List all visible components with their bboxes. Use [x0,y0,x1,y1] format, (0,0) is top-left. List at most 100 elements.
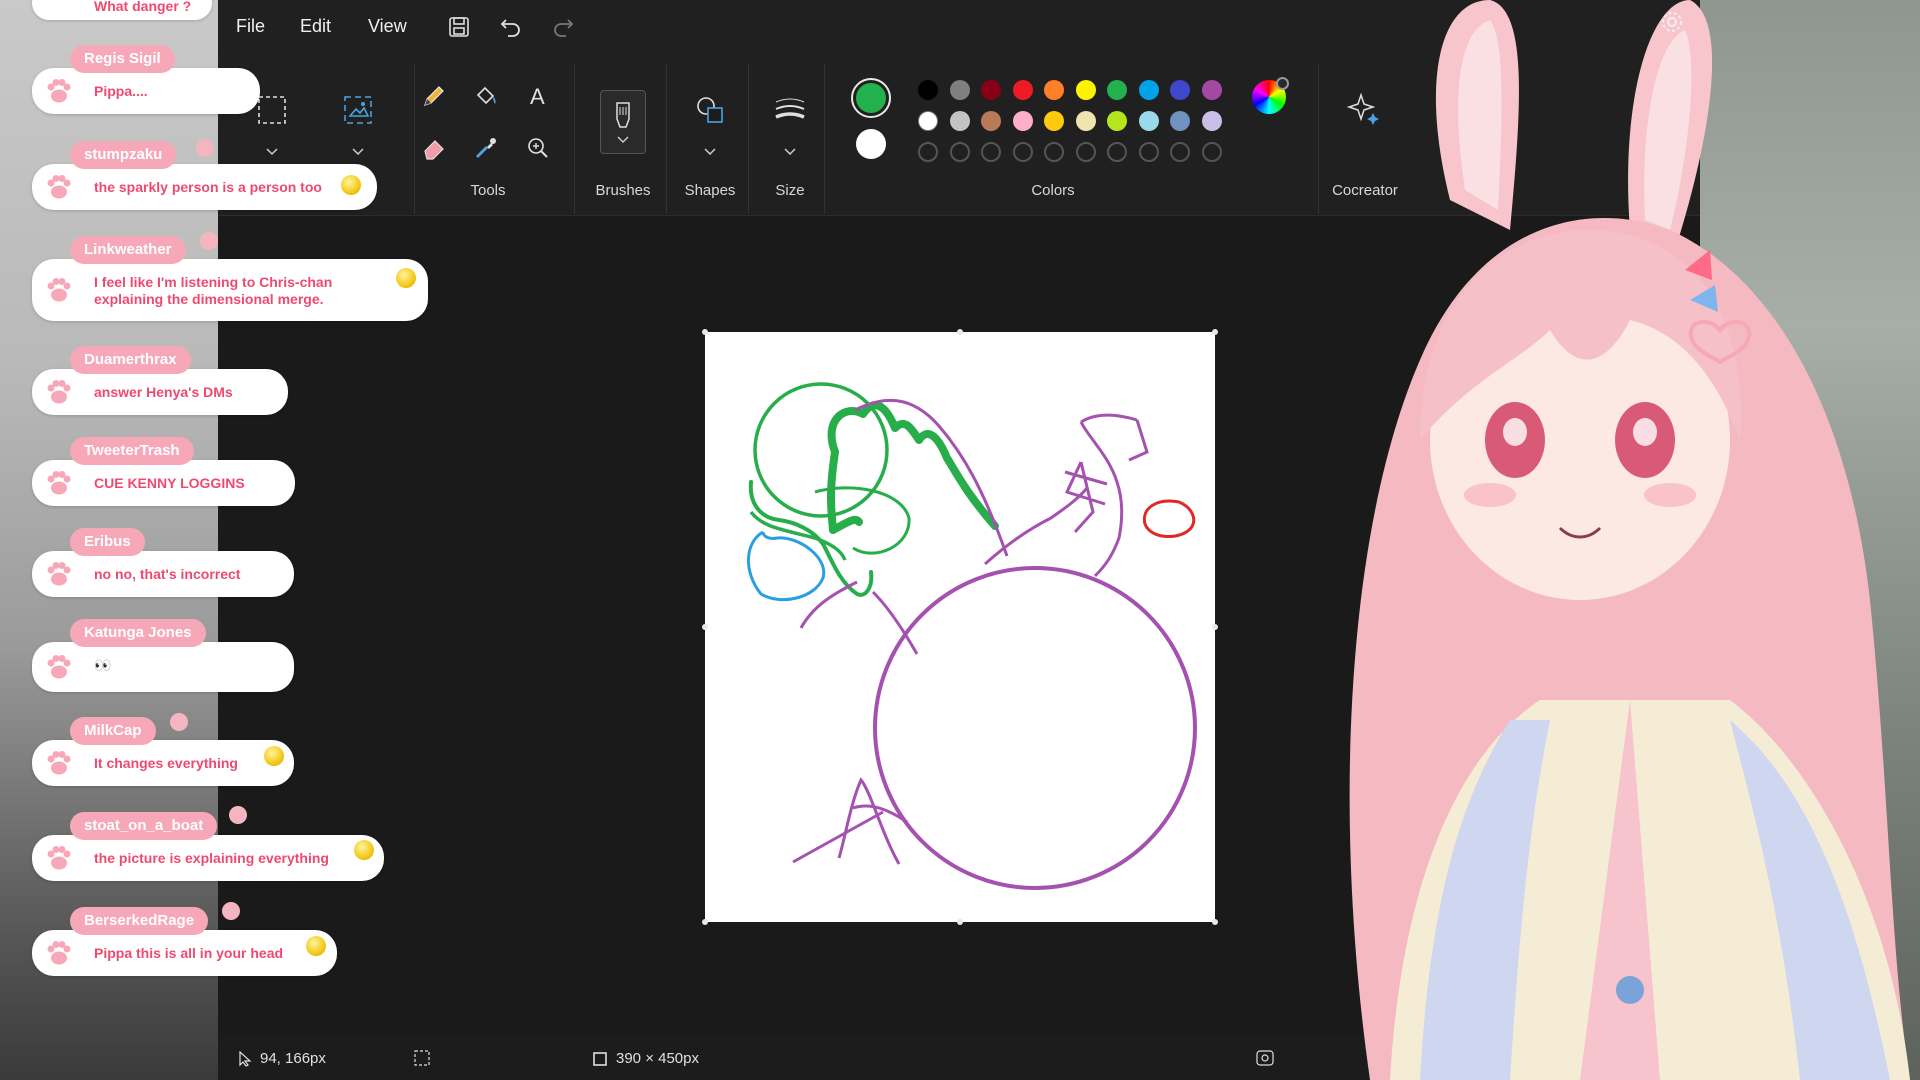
resize-handle[interactable] [1212,919,1218,925]
undo-icon[interactable] [496,12,526,42]
paw-icon [47,846,71,870]
palette-color-swatch[interactable] [1012,111,1033,131]
chat-username-tag: Katunga Jones [70,619,206,647]
resize-handle[interactable] [1212,329,1218,335]
paw-icon [47,471,71,495]
resize-handle[interactable] [702,624,708,630]
palette-color-swatch[interactable] [1201,111,1222,131]
member-badge-icon [170,713,188,731]
ribbon-separator [666,64,667,214]
palette-color-swatch[interactable] [1201,80,1222,100]
chat-message-text-line2: explaining the dimensional merge. [94,291,324,307]
coin-badge-icon [396,268,416,288]
vtuber-avatar-illustration [1349,0,1910,1080]
color-picker-icon[interactable] [468,130,504,166]
resize-handle[interactable] [957,329,963,335]
fit-to-window-icon[interactable] [1256,1050,1274,1066]
custom-color-slot[interactable] [1075,142,1096,162]
stream-settings-gear-icon[interactable] [1660,10,1684,39]
fill-bucket-icon[interactable] [468,78,504,114]
chat-message-text: 👀 [94,657,112,673]
coin-badge-icon [341,175,361,195]
canvas-size-readout: 390 × 450px [592,1050,699,1067]
resize-handle[interactable] [957,919,963,925]
size-dropdown-chevron-icon[interactable] [772,134,808,170]
chat-username-tag: Regis Sigil [70,45,175,73]
coin-badge-icon [306,936,326,956]
palette-color-swatch[interactable] [1170,111,1190,131]
custom-color-slot[interactable] [949,142,970,162]
custom-color-slot[interactable] [1107,142,1127,162]
brushes-button[interactable] [600,90,646,154]
secondary-color-swatch[interactable] [856,129,886,159]
paw-icon [47,941,71,965]
palette-color-swatch[interactable] [918,80,938,100]
magnifier-icon[interactable] [520,130,556,166]
primary-color-swatch[interactable] [851,78,891,118]
colors-group-label: Colors [1031,182,1075,199]
chat-bubble: It changes everything [32,740,294,786]
member-badge-icon [222,902,240,920]
palette-color-swatch[interactable] [1012,80,1033,100]
palette-color-swatch[interactable] [1044,80,1064,100]
coin-badge-icon [354,840,374,860]
chat-bubble: no no, that's incorrect [32,551,294,597]
palette-color-swatch[interactable] [949,111,970,131]
canvas-size-icon [593,1051,607,1066]
edit-colors-wheel-icon[interactable] [1252,77,1289,114]
custom-color-slot[interactable] [1044,142,1064,162]
shapes-dropdown-chevron-icon[interactable] [692,134,728,170]
chat-username-tag: Duamerthrax [70,346,191,374]
palette-color-swatch[interactable] [1044,111,1064,131]
ribbon-separator [1318,64,1319,214]
ribbon-separator [824,64,825,214]
palette-color-swatch[interactable] [1138,111,1159,131]
palette-color-swatch[interactable] [949,80,970,100]
palette-color-swatch[interactable] [981,80,1001,100]
custom-color-slot[interactable] [1201,142,1222,162]
palette-color-swatch[interactable] [1107,80,1127,100]
chat-bubble: Pippa.... [32,68,260,114]
stroke-size-icon[interactable] [772,92,808,128]
drawing-canvas[interactable] [705,332,1215,922]
chat-username-tag: Eribus [70,528,145,556]
chat-username-tag: stumpzaku [70,141,177,169]
resize-handle[interactable] [1212,624,1218,630]
resize-handle[interactable] [702,329,708,335]
chat-username-tag: stoat_on_a_boat [70,812,218,840]
palette-color-swatch[interactable] [918,111,938,131]
member-badge-icon [229,806,247,824]
save-icon[interactable] [444,12,474,42]
chat-bubble: Pippa this is all in your head [32,930,337,976]
custom-color-slot[interactable] [1012,142,1033,162]
palette-color-swatch[interactable] [1075,80,1096,100]
palette-color-swatch[interactable] [981,111,1001,131]
custom-color-slot[interactable] [918,142,938,162]
palette-color-swatch[interactable] [1107,111,1127,131]
paw-icon [47,655,71,679]
size-group-label: Size [775,182,805,199]
canvas-drawing [747,382,1197,890]
shapes-icon[interactable] [692,92,728,128]
custom-color-slot[interactable] [981,142,1001,162]
chat-message-text: Pippa.... [94,83,148,99]
palette-color-swatch[interactable] [1170,80,1190,100]
vtuber-avatar-area [1330,0,1920,1080]
canvas-size-text: 390 × 450px [616,1050,699,1067]
ribbon-separator [574,64,575,214]
text-tool-icon[interactable]: A [520,78,556,114]
custom-color-slot[interactable] [1170,142,1190,162]
resize-handle[interactable] [702,919,708,925]
chat-message-text: answer Henya's DMs [94,384,233,400]
shapes-group-label: Shapes [684,182,736,199]
paw-icon [47,278,71,302]
chat-username-tag: MilkCap [70,717,156,745]
paw-icon [47,562,71,586]
redo-icon[interactable] [548,12,578,42]
chat-username-tag: Linkweather [70,236,186,264]
palette-color-swatch[interactable] [1075,111,1096,131]
paw-icon [47,175,71,199]
custom-color-slot[interactable] [1138,142,1159,162]
palette-color-swatch[interactable] [1138,80,1159,100]
paw-icon [47,380,71,404]
